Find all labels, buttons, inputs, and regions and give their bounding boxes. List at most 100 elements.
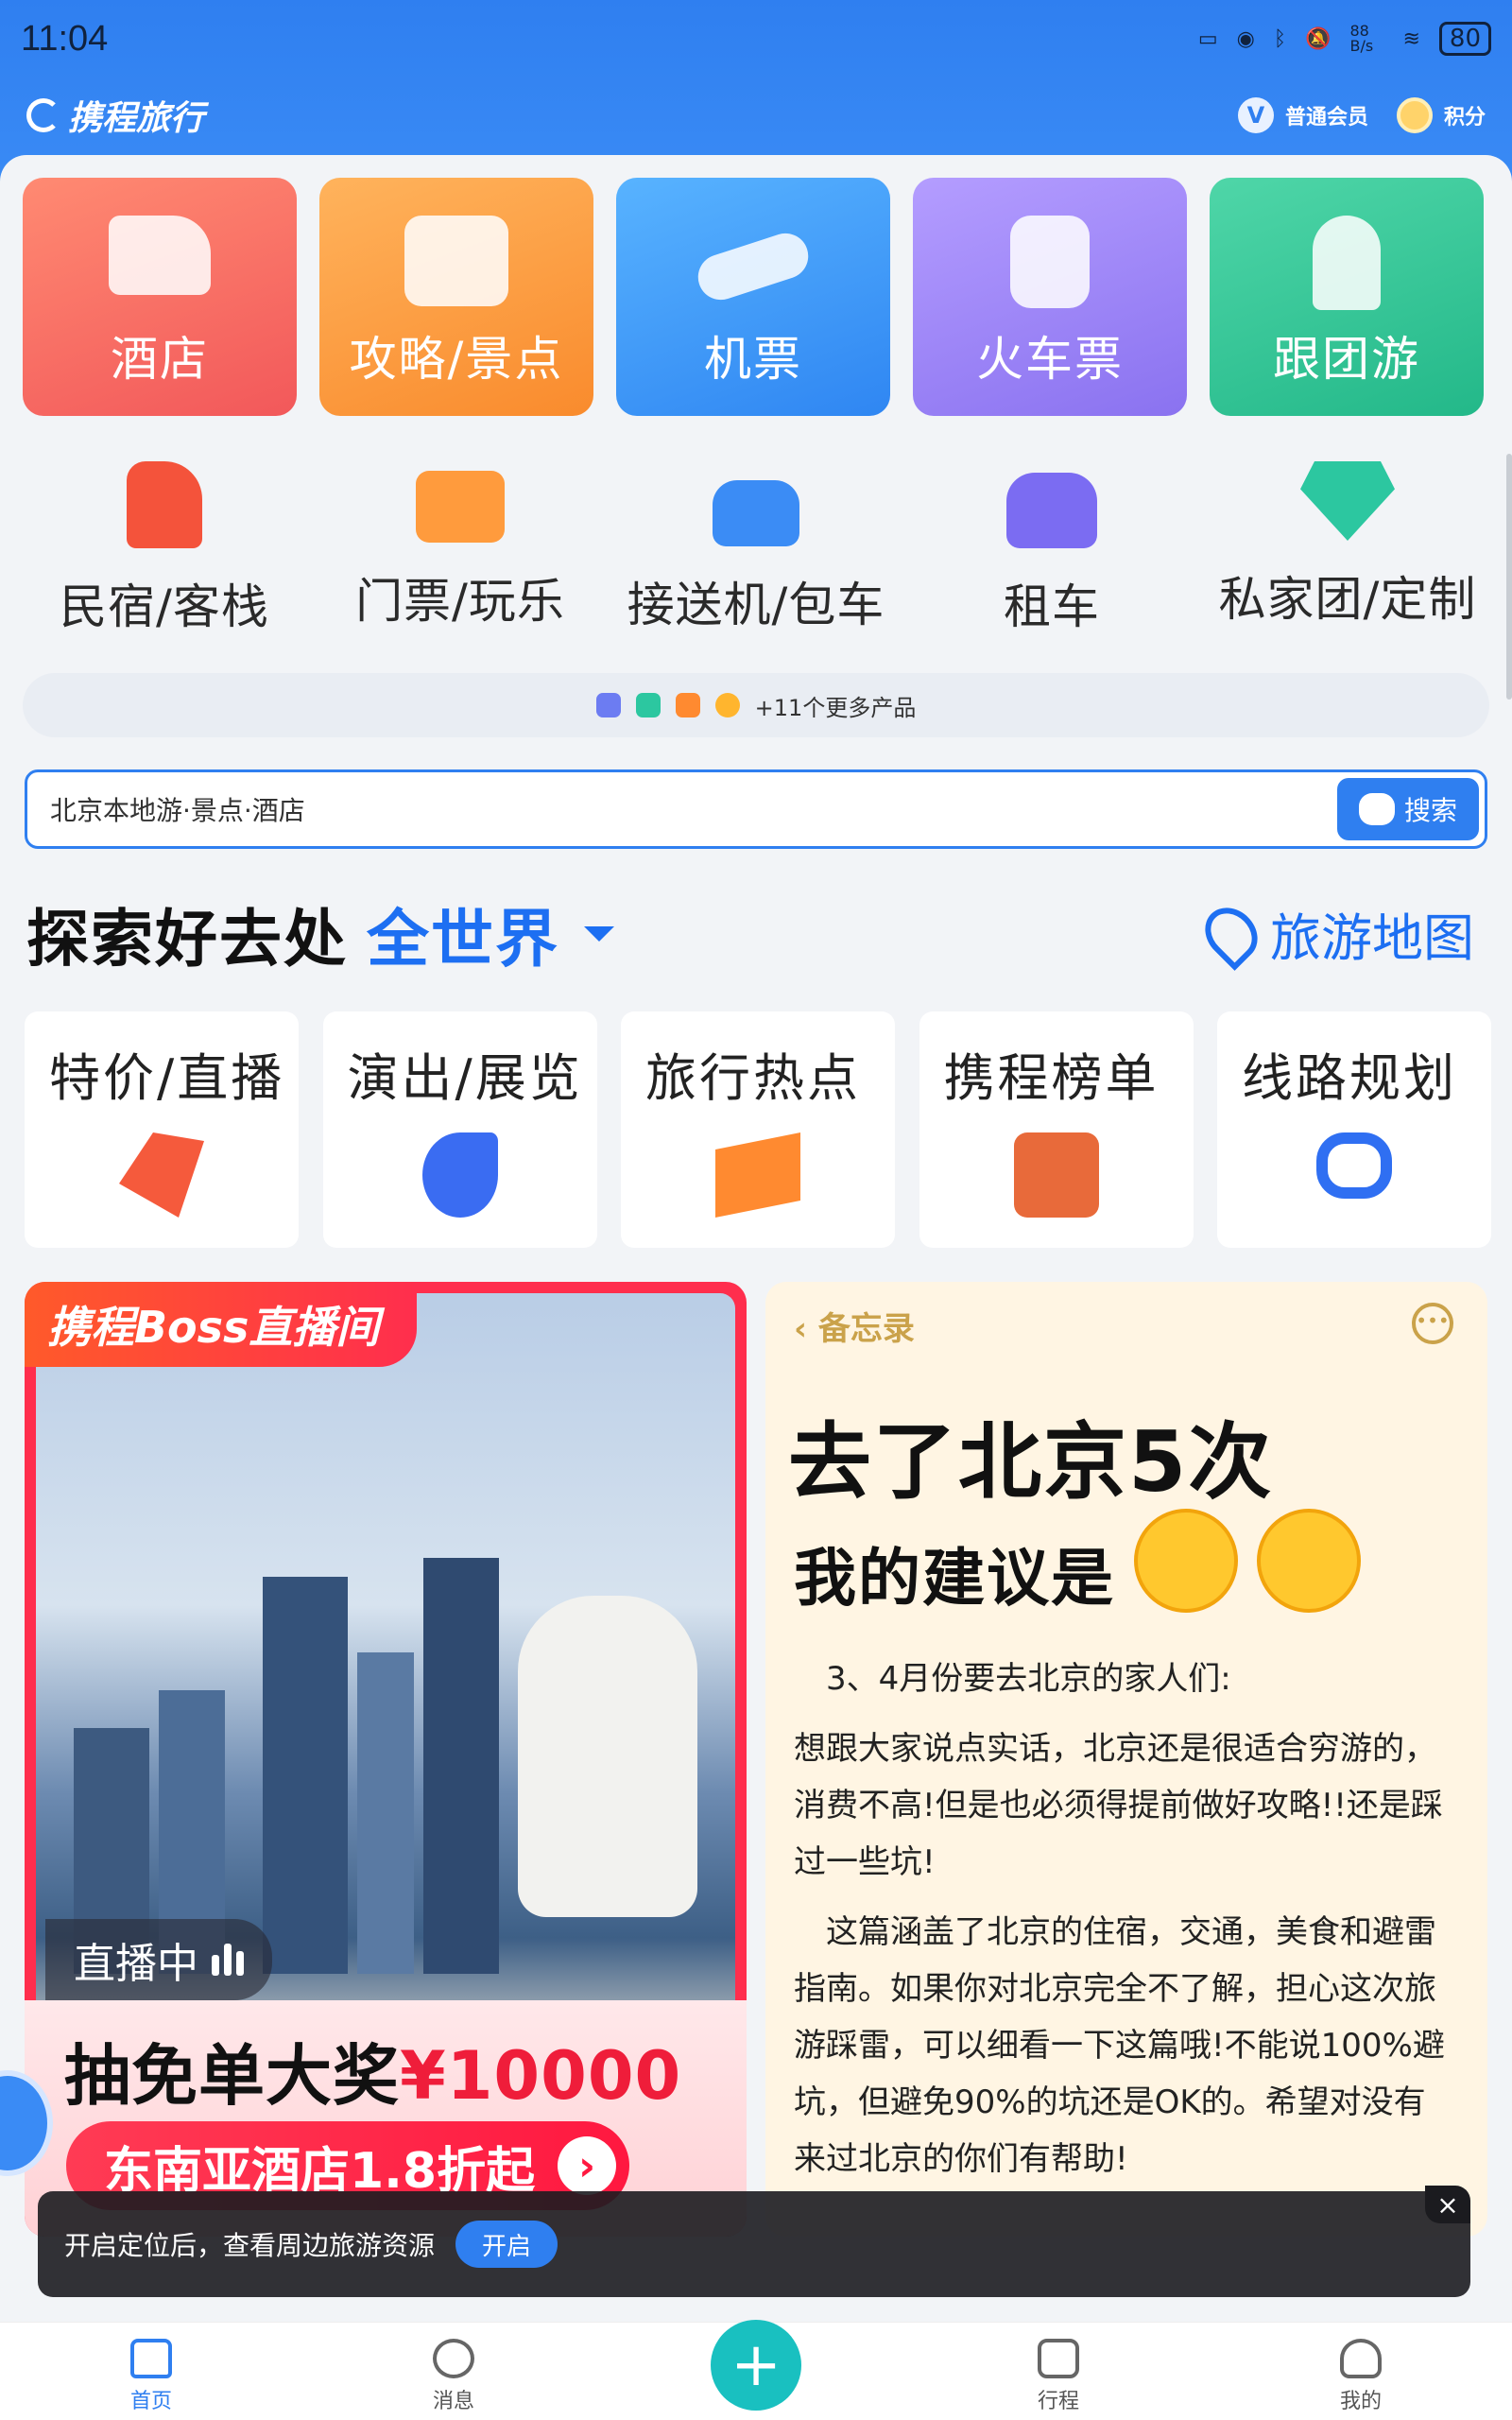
entry-car-rental[interactable]: 租车 — [910, 461, 1194, 637]
scrollbar[interactable] — [1506, 454, 1512, 700]
member-level-button[interactable]: V 普通会员 — [1237, 97, 1368, 133]
chevron-right-icon: › — [558, 2136, 617, 2195]
profile-icon — [1340, 2339, 1382, 2378]
tab-publish[interactable]: + — [662, 2320, 850, 2414]
airplane-icon — [692, 227, 815, 306]
category-label: 携程榜单 — [943, 1048, 1160, 1108]
tab-messages[interactable]: 消息 — [359, 2339, 548, 2414]
entry-airport-transfer[interactable]: 接送机/包车 — [614, 461, 898, 637]
close-icon[interactable]: × — [1425, 2186, 1470, 2223]
points-label: 积分 — [1443, 106, 1486, 130]
tile-flight[interactable]: 机票 — [616, 178, 890, 416]
category-shows[interactable]: 演出/展览 — [322, 1011, 597, 1248]
battery-indicator: 80 — [1438, 22, 1491, 56]
location-toast: 开启定位后，查看周边旅游资源 开启 × — [38, 2186, 1470, 2297]
shy-emoji-icon — [1134, 1509, 1238, 1613]
guide-book-icon — [404, 216, 508, 306]
app-name: 携程旅行 — [68, 99, 205, 138]
building-shape — [357, 1652, 414, 1974]
category-hot-spots[interactable]: 旅行热点 — [621, 1011, 895, 1248]
entry-label: 接送机/包车 — [627, 578, 885, 632]
category-label: 线路规划 — [1242, 1048, 1457, 1108]
more-products-text: +11个更多产品 — [754, 694, 917, 721]
app-logo: 携程旅行 — [26, 91, 204, 140]
search-button-label: 搜索 — [1403, 795, 1457, 826]
live-stream-card[interactable]: 携程Boss直播间 直播中 抽免单大奖¥10000 东南亚酒店1.8折起 › — [25, 1282, 747, 2237]
merlion-statue — [518, 1596, 697, 1917]
category-deals-live[interactable]: 特价/直播 — [25, 1011, 299, 1248]
memo-subtitle: 我的建议是 — [794, 1542, 1115, 1615]
live-room-tag: 携程Boss直播间 — [25, 1282, 418, 1367]
visa-icon — [675, 693, 700, 717]
palm-tree-icon — [1313, 216, 1381, 310]
category-label: 演出/展览 — [347, 1048, 583, 1108]
train-icon — [1010, 216, 1090, 308]
entry-private-tour[interactable]: 私家团/定制 — [1206, 461, 1489, 637]
memo-post-card[interactable]: ‹ 备忘录 ••• 去了北京5次 我的建议是 3、4月份要去北京的家人们: 想跟… — [765, 1282, 1487, 2237]
live-status-text: 直播中 — [74, 1940, 198, 1988]
bottom-tab-bar: 首页 消息 + 行程 我的 — [0, 2320, 1512, 2420]
music-note-icon — [421, 1132, 498, 1218]
points-button[interactable]: 积分 — [1396, 97, 1486, 133]
mute-icon: 🔕 — [1305, 26, 1332, 51]
tile-guide[interactable]: 攻略/景点 — [319, 178, 593, 416]
price-tag-icon — [119, 1132, 204, 1218]
entry-label: 私家团/定制 — [1218, 572, 1477, 627]
system-icons: ▭ ◉ ᛒ 🔕 88 B/s ≋ 80 — [1198, 22, 1491, 56]
money-bag-icon — [714, 693, 740, 717]
memo-title: 去了北京5次 — [788, 1413, 1274, 1511]
entry-label: 民宿/客栈 — [60, 579, 269, 634]
region-selector[interactable]: 全世界 — [367, 889, 559, 979]
tile-label: 跟团游 — [1273, 332, 1420, 387]
promo-amount: ¥10000 — [400, 2037, 682, 2115]
live-bars-icon — [212, 1944, 244, 1976]
wifi-icon: ≋ — [1402, 26, 1420, 51]
member-area: V 普通会员 积分 — [1237, 97, 1486, 133]
bus-icon — [595, 693, 621, 717]
category-label: 特价/直播 — [49, 1048, 285, 1108]
live-status-badge: 直播中 — [45, 1919, 272, 2000]
home-icon — [130, 2339, 172, 2378]
memo-paragraph: 想跟大家说点实话，北京还是很适合穷游的，消费不高!但是也必须得提前做好攻略!!还… — [794, 1730, 1443, 1881]
shy-emoji-icon — [1257, 1509, 1361, 1613]
ranking-icon — [1013, 1132, 1099, 1218]
tile-label: 机票 — [704, 332, 802, 387]
toast-message: 开启定位后，查看周边旅游资源 — [64, 2230, 436, 2261]
category-label: 旅行热点 — [645, 1048, 861, 1108]
tile-label: 酒店 — [111, 332, 209, 387]
tile-train[interactable]: 火车票 — [913, 178, 1187, 416]
entry-tickets[interactable]: 门票/玩乐 — [318, 461, 602, 637]
building-shape — [423, 1558, 499, 1974]
building-shape — [263, 1577, 348, 1974]
more-products-bar[interactable]: +11个更多产品 — [23, 673, 1489, 737]
search-button[interactable]: 搜索 — [1337, 778, 1479, 840]
category-route-planning[interactable]: 线路规划 — [1217, 1011, 1491, 1248]
memo-header-text: 备忘录 — [817, 1310, 915, 1348]
car-icon — [1006, 473, 1097, 548]
ship-icon — [635, 693, 661, 717]
diamond-icon — [1300, 461, 1395, 541]
tile-group-tour[interactable]: 跟团游 — [1210, 178, 1484, 416]
entry-label: 租车 — [1004, 579, 1100, 634]
ctrip-home-screen: 11:04 ▭ ◉ ᛒ 🔕 88 B/s ≋ 80 携程旅行 V 普通会员 积分… — [0, 0, 1512, 2420]
tab-profile[interactable]: 我的 — [1266, 2339, 1455, 2414]
more-options-icon: ••• — [1412, 1303, 1453, 1344]
tile-hotel[interactable]: 酒店 — [23, 178, 297, 416]
category-rankings[interactable]: 携程榜单 — [919, 1011, 1194, 1248]
entry-homestay[interactable]: 民宿/客栈 — [23, 461, 306, 637]
route-icon — [1316, 1132, 1392, 1199]
search-bar[interactable]: 北京本地游·景点·酒店 搜索 — [25, 769, 1487, 849]
plus-icon[interactable]: + — [711, 2320, 801, 2411]
ctrip-logo-icon — [26, 98, 60, 132]
chevron-down-icon[interactable] — [584, 926, 614, 942]
ticket-icon — [416, 471, 505, 543]
enable-location-button[interactable]: 开启 — [455, 2221, 558, 2268]
ai-robot-icon — [1358, 793, 1395, 825]
tab-home[interactable]: 首页 — [57, 2339, 246, 2414]
search-input[interactable]: 北京本地游·景点·酒店 — [50, 790, 1337, 828]
airport-car-icon — [713, 480, 799, 546]
explore-categories: 特价/直播 演出/展览 旅行热点 携程榜单 线路规划 — [25, 1011, 1491, 1248]
tab-label: 我的 — [1339, 2390, 1382, 2413]
tab-itinerary[interactable]: 行程 — [964, 2339, 1153, 2414]
travel-map-link[interactable]: 旅游地图 — [1194, 896, 1474, 971]
